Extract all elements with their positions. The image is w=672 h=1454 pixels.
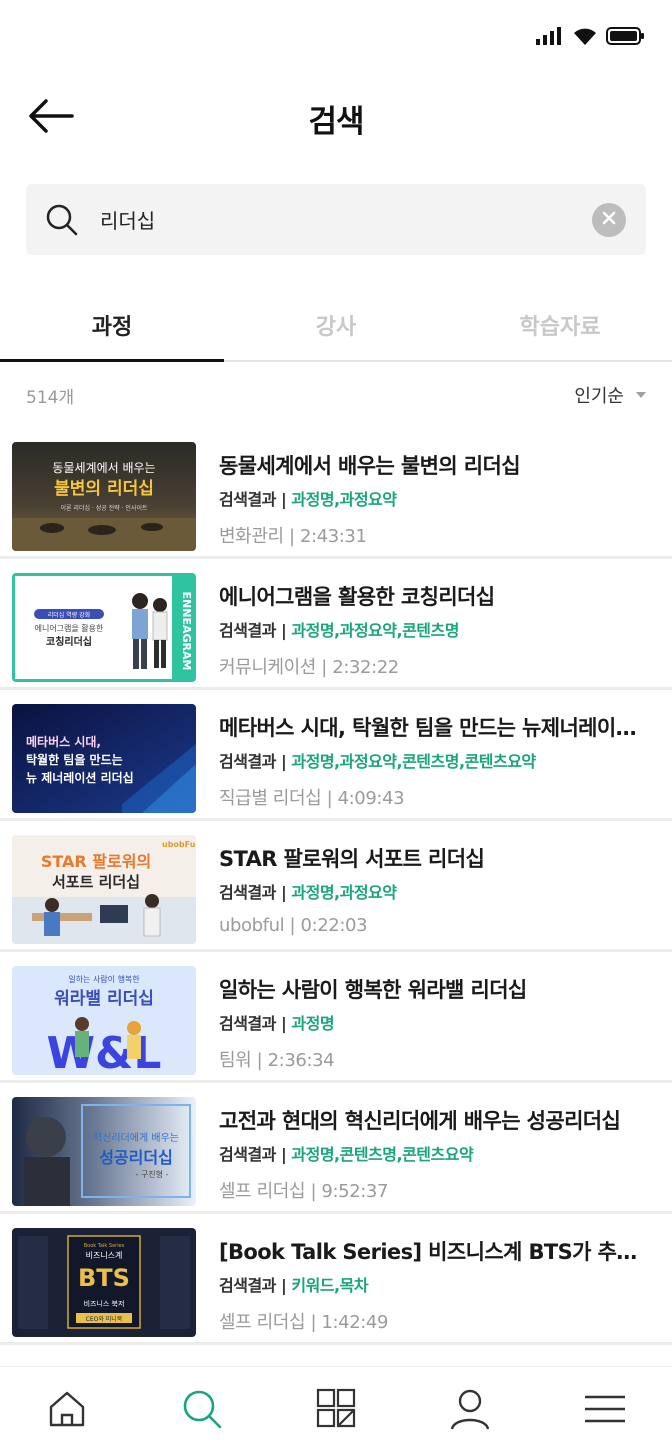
result-label: 검색결과 | [219, 490, 292, 509]
result-count: 514개 [26, 387, 75, 408]
nav-profile[interactable] [403, 1367, 537, 1454]
signal-icon [536, 27, 564, 49]
thumb-line: ENNEAGRAM [180, 592, 193, 671]
chevron-down-icon [636, 392, 646, 398]
course-thumbnail: 동물세계에서 배우는 불변의 리더십 이론 리더십 · 성공 전략 · 인사이트 [12, 442, 196, 551]
course-meta: 커뮤니케이션 | 2:32:22 [219, 657, 399, 678]
result-matches: 과정명,콘텐츠명,콘텐츠요약 [291, 1145, 474, 1164]
page-title: 검색 [308, 104, 364, 140]
course-meta: 직급별 리더십 | 4:09:43 [219, 788, 405, 809]
thumb-line: ubobFul [162, 840, 196, 849]
search-bar [26, 184, 646, 255]
course-meta: 셀프 리더십 | 9:52:37 [219, 1181, 389, 1202]
header: 검색 [0, 80, 672, 156]
course-title: 메타버스 시대, 탁월한 팀을 만드는 뉴제너레이션 리더십 [219, 716, 654, 740]
thumb-line: BTS [78, 1264, 130, 1292]
thumb-line: 일하는 사람이 행복한 [68, 974, 140, 984]
thumb-line: 불변의 리더십 [54, 479, 154, 499]
thumb-line: 메타버스 시대, [26, 734, 101, 749]
home-icon [45, 1387, 89, 1435]
menu-icon [583, 1387, 627, 1435]
search-icon [180, 1387, 224, 1435]
thumb-line: 성공리더십 [99, 1148, 173, 1167]
status-bar [0, 0, 672, 80]
thumb-line: 비즈니스 북저 [84, 1299, 125, 1308]
bottom-nav [0, 1366, 672, 1454]
course-title: [Book Talk Series] 비즈니스계 BTS가 추천하는 책 [219, 1240, 654, 1264]
tab-materials[interactable]: 학습자료 [448, 296, 672, 360]
thumb-line: 코칭리더십 [46, 635, 92, 648]
result-matches: 과정명,과정요약 [291, 883, 397, 902]
course-title: 고전과 현대의 혁신리더에게 배우는 성공리더십 [219, 1109, 621, 1133]
result-label: 검색결과 | [219, 621, 292, 640]
course-title: 동물세계에서 배우는 불변의 리더십 [219, 454, 521, 478]
result-matches: 과정명,과정요약 [291, 490, 397, 509]
course-title: 에니어그램을 활용한 코칭리더십 [219, 585, 495, 609]
tab-bar: 과정 강사 학습자료 [0, 296, 672, 362]
thumb-line: CEO와 미니북 [86, 1315, 123, 1323]
thumb-line: 워라밸 리더십 [54, 989, 154, 1009]
result-matches: 과정명,과정요약,콘텐츠명 [291, 621, 459, 640]
sort-label: 인기순 [574, 386, 624, 407]
thumb-line: W&L [47, 1028, 162, 1075]
course-thumbnail: 일하는 사람이 행복한 워라밸 리더십 W&L [12, 966, 196, 1075]
course-title: STAR 팔로워의 서포트 리더십 [219, 847, 485, 871]
search-icon [44, 202, 80, 242]
course-thumbnail: 혁신리더에게 배우는 성공리더십 - 구진형 - [12, 1097, 196, 1206]
thumb-line: 비즈니스계 [86, 1250, 123, 1260]
battery-icon [606, 26, 646, 50]
thumb-line: 혁신리더에게 배우는 [93, 1132, 179, 1144]
result-label: 검색결과 | [219, 1276, 292, 1295]
result-label: 검색결과 | [219, 752, 292, 771]
list-item[interactable]: 일하는 사람이 행복한 워라밸 리더십 W&L 일하는 사람이 행복한 워라밸 … [0, 952, 672, 1083]
list-item[interactable]: 혁신리더에게 배우는 성공리더십 - 구진형 - 고전과 현대의 혁신리더에게 … [0, 1083, 672, 1214]
profile-icon [448, 1387, 492, 1435]
clear-search-button[interactable] [592, 203, 626, 237]
course-title: 일하는 사람이 행복한 워라밸 리더십 [219, 978, 527, 1002]
result-matches: 과정명,과정요약,콘텐츠명,콘텐츠요약 [291, 752, 536, 771]
category-grid-icon [314, 1387, 358, 1435]
result-matches: 과정명 [291, 1014, 335, 1033]
close-icon [601, 210, 617, 230]
tab-courses[interactable]: 과정 [0, 296, 224, 362]
result-label: 검색결과 | [219, 1145, 292, 1164]
list-item[interactable]: Book Talk Series 비즈니스계 BTS 비즈니스 북저 CEO와 … [0, 1214, 672, 1345]
wifi-icon [572, 26, 598, 50]
thumb-line: 동물세계에서 배우는 [52, 461, 155, 475]
list-item[interactable]: 동물세계에서 배우는 불변의 리더십 이론 리더십 · 성공 전략 · 인사이트… [0, 428, 672, 559]
course-meta: ubobful | 0:22:03 [219, 915, 368, 936]
result-list: 동물세계에서 배우는 불변의 리더십 이론 리더십 · 성공 전략 · 인사이트… [0, 428, 672, 1345]
course-meta: 변화관리 | 2:43:31 [219, 526, 367, 547]
thumb-line: 리더십 역량 강화 [48, 611, 91, 619]
search-input[interactable] [100, 184, 580, 255]
thumb-line: STAR 팔로워의 [41, 852, 151, 871]
thumb-line: 뉴 제너레이션 리더십 [26, 770, 134, 785]
course-thumbnail: ubobFul STAR 팔로워의 서포트 리더십 [12, 835, 196, 944]
nav-menu[interactable] [538, 1367, 672, 1454]
course-thumbnail: Book Talk Series 비즈니스계 BTS 비즈니스 북저 CEO와 … [12, 1228, 196, 1337]
nav-category[interactable] [269, 1367, 403, 1454]
list-item[interactable]: ubobFul STAR 팔로워의 서포트 리더십 STAR 팔로워의 서포트 … [0, 821, 672, 952]
thumb-line: 서포트 리더십 [52, 873, 140, 891]
course-meta: 팀워 | 2:36:34 [219, 1050, 335, 1071]
course-meta: 셀프 리더십 | 1:42:49 [219, 1312, 389, 1333]
course-thumbnail: 메타버스 시대, 탁월한 팀을 만드는 뉴 제너레이션 리더십 [12, 704, 196, 813]
result-matches: 키워드,목차 [291, 1276, 369, 1295]
course-thumbnail: ENNEAGRAM 리더십 역량 강화 에니어그램을 활용한 코칭리더십 [12, 573, 196, 682]
thumb-line: Book Talk Series [84, 1243, 125, 1249]
thumb-line: 탁월한 팀을 만드는 [26, 752, 123, 767]
result-label: 검색결과 | [219, 1014, 292, 1033]
tab-instructors[interactable]: 강사 [224, 296, 448, 360]
thumb-line: 이론 리더십 · 성공 전략 · 인사이트 [60, 504, 147, 512]
thumb-line: 에니어그램을 활용한 [35, 623, 104, 633]
sort-dropdown[interactable]: 인기순 [574, 382, 646, 408]
nav-search[interactable] [134, 1367, 268, 1454]
thumb-line: - 구진형 - [136, 1169, 169, 1179]
list-item[interactable]: ENNEAGRAM 리더십 역량 강화 에니어그램을 활용한 코칭리더십 에니어… [0, 559, 672, 690]
list-item[interactable]: 메타버스 시대, 탁월한 팀을 만드는 뉴 제너레이션 리더십 메타버스 시대,… [0, 690, 672, 821]
nav-home[interactable] [0, 1367, 134, 1454]
result-label: 검색결과 | [219, 883, 292, 902]
filter-row: 514개 인기순 [0, 362, 672, 428]
